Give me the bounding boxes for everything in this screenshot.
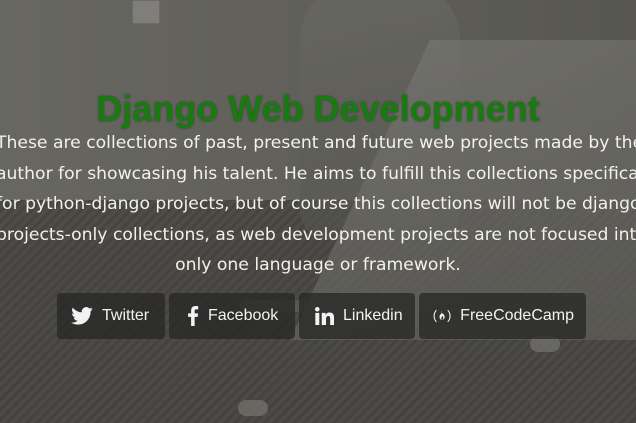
- freecodecamp-label: FreeCodeCamp: [460, 307, 574, 324]
- description-line: projects-only collections, as web develo…: [0, 224, 636, 245]
- twitter-button[interactable]: Twitter: [57, 293, 165, 339]
- twitter-label: Twitter: [102, 307, 150, 324]
- linkedin-button[interactable]: Linkedin: [299, 293, 415, 339]
- description-line: for python-django projects, but of cours…: [0, 194, 636, 214]
- description-line: author for showcasing his talent. He aim…: [0, 163, 636, 184]
- linkedin-label: Linkedin: [343, 307, 403, 324]
- freecodecamp-button[interactable]: FreeCodeCamp: [419, 293, 586, 339]
- hero-section: Django Web Development These are collect…: [0, 0, 636, 423]
- description-line: These are collections of past, present a…: [0, 133, 636, 153]
- facebook-icon: [188, 306, 199, 326]
- twitter-icon: [71, 307, 93, 325]
- social-links: Twitter Facebook Linkedin FreeCodeCamp: [57, 293, 586, 339]
- facebook-label: Facebook: [208, 307, 279, 324]
- freecodecamp-icon: [433, 309, 451, 323]
- linkedin-icon: [315, 307, 334, 325]
- facebook-button[interactable]: Facebook: [169, 293, 295, 339]
- description-line: only one language or framework.: [175, 255, 461, 275]
- page-title: Django Web Development: [96, 88, 540, 129]
- hero-description: These are collections of past, present a…: [0, 128, 636, 281]
